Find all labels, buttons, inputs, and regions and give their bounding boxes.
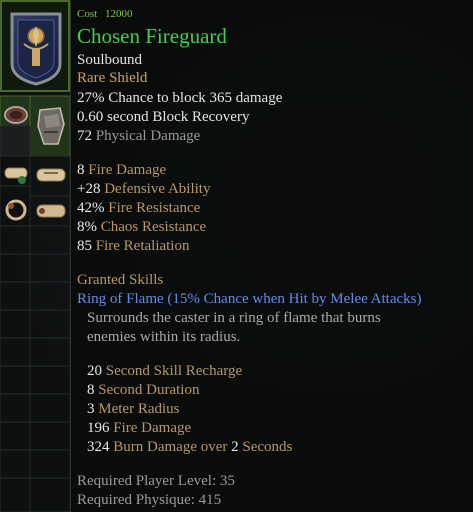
- block-mid: Chance to block: [108, 90, 206, 106]
- skill-description-line: enemies within its radius.: [87, 329, 241, 345]
- skill-name: Ring of Flame (15% Chance when Hit by Me…: [77, 291, 422, 307]
- scroll-icon[interactable]: [2, 160, 30, 188]
- skill-stat-label: Burn Damage over: [113, 439, 228, 455]
- ring-icon[interactable]: [2, 196, 30, 224]
- block-amount: 365: [209, 90, 232, 106]
- cost-row: Cost 12000: [77, 4, 132, 23]
- cost-value: 12000: [104, 8, 133, 20]
- skill-stat-label: Seconds: [242, 439, 293, 455]
- physical-damage-stat: 72 Physical Damage: [77, 127, 200, 145]
- amulet-icon[interactable]: [2, 100, 30, 128]
- required-level-label: Required Player Level:: [77, 473, 217, 489]
- block-recovery-stat: 0.60 second Block Recovery: [77, 108, 249, 126]
- stat-label: Fire Retaliation: [95, 238, 190, 254]
- cost-label: Cost: [77, 8, 98, 20]
- stat-row: 42% Fire Resistance: [77, 199, 200, 217]
- skill-stat-value: 8: [87, 382, 95, 398]
- skill-stat-value: 196: [87, 420, 110, 436]
- skill-stat-label: Meter Radius: [98, 401, 180, 417]
- shield-icon: [10, 12, 62, 86]
- stat-label: Defensive Ability: [104, 181, 211, 197]
- recovery-text: second Block Recovery: [107, 109, 250, 125]
- stat-value: +28: [77, 181, 101, 197]
- scroll-icon[interactable]: [34, 198, 68, 226]
- stat-value: 8: [77, 162, 85, 178]
- gauntlet-icon[interactable]: [34, 104, 68, 150]
- skill-stat-row: 196 Fire Damage: [87, 419, 191, 437]
- stat-row: 8 Fire Damage: [77, 161, 166, 179]
- stat-row: 85 Fire Retaliation: [77, 237, 189, 255]
- recovery-value: 0.60: [77, 109, 104, 125]
- stat-value: 42%: [77, 200, 105, 216]
- skill-stat-value: 324: [87, 439, 110, 455]
- required-physique-value: 415: [198, 492, 222, 508]
- physical-text: Physical Damage: [95, 128, 201, 144]
- required-level-value: 35: [219, 473, 235, 489]
- stat-label: Fire Resistance: [108, 200, 201, 216]
- block-stat: 27% Chance to block 365 damage: [77, 89, 282, 107]
- skill-stat-label: Second Skill Recharge: [105, 363, 243, 379]
- skill-stat-value: 2: [231, 439, 239, 455]
- skill-stat-row: 20 Second Skill Recharge: [87, 362, 242, 380]
- skill-stat-value: 20: [87, 363, 102, 379]
- binding-text: Soulbound: [77, 52, 143, 68]
- stat-value: 85: [77, 238, 92, 254]
- granted-skills-heading: Granted Skills: [77, 272, 164, 288]
- item-name: Chosen Fireguard: [77, 24, 227, 48]
- skill-stat-row: 8 Second Duration: [87, 381, 199, 399]
- skill-stat-value: 3: [87, 401, 95, 417]
- required-level: Required Player Level: 35: [77, 472, 235, 490]
- skill-stat-label: Fire Damage: [113, 420, 192, 436]
- skill-stat-row: 3 Meter Radius: [87, 400, 179, 418]
- skill-description-line: Surrounds the caster in a ring of flame …: [87, 310, 381, 326]
- equipped-shield-slot[interactable]: [0, 0, 70, 92]
- skill-stat-label: Second Duration: [98, 382, 200, 398]
- scroll-icon[interactable]: [34, 162, 68, 190]
- block-chance: 27%: [77, 90, 105, 106]
- block-suffix: damage: [235, 90, 283, 106]
- skill-stat-row: 324 Burn Damage over 2 Seconds: [87, 438, 292, 456]
- stat-value: 8%: [77, 219, 97, 235]
- required-physique: Required Physique: 415: [77, 491, 221, 509]
- stat-row: 8% Chaos Resistance: [77, 218, 206, 236]
- stat-label: Fire Damage: [88, 162, 167, 178]
- physical-value: 72: [77, 128, 92, 144]
- stat-label: Chaos Resistance: [100, 219, 207, 235]
- stat-row: +28 Defensive Ability: [77, 180, 210, 198]
- required-physique-label: Required Physique:: [77, 492, 195, 508]
- item-type: Rare Shield: [77, 70, 148, 86]
